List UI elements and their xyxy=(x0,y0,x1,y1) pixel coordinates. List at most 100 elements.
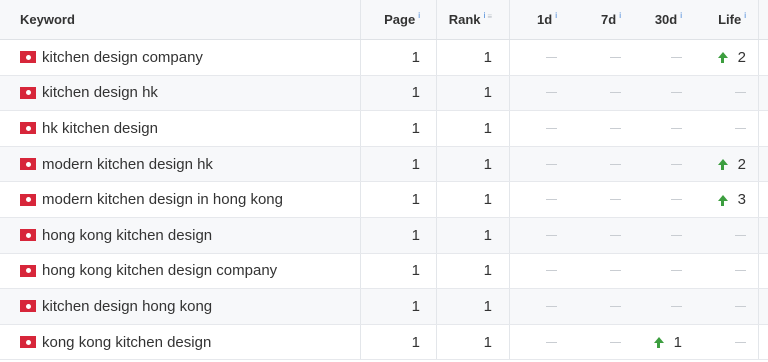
table-row[interactable]: kitchen design hong kong 1 1 xyxy=(0,289,768,325)
change-7d-cell xyxy=(573,147,637,182)
col-keyword-header[interactable]: Keyword xyxy=(0,0,360,39)
no-change-dash xyxy=(546,92,557,94)
hong-kong-flag-icon xyxy=(20,122,36,135)
col-30d-header[interactable]: 30d i xyxy=(637,0,698,39)
sort-icon[interactable]: ≡ xyxy=(487,12,492,21)
column-divider xyxy=(360,217,361,253)
change-life-cell: 3 xyxy=(698,182,758,217)
change-7d-cell xyxy=(573,76,637,111)
column-divider xyxy=(360,146,361,182)
keyword-text: kitchen design company xyxy=(42,48,203,66)
info-icon[interactable]: i xyxy=(484,11,486,20)
column-divider xyxy=(436,217,437,253)
rank-value: 1 xyxy=(483,191,492,209)
change-30d-cell xyxy=(637,111,698,146)
page-value: 1 xyxy=(411,155,420,173)
column-divider xyxy=(509,289,510,324)
column-divider xyxy=(360,0,361,39)
col-life-header[interactable]: Life i xyxy=(698,0,758,39)
col-7d-header[interactable]: 7d i xyxy=(573,0,637,39)
change-7d-cell xyxy=(573,182,637,217)
page-cell: 1 xyxy=(360,111,436,146)
change-30d-cell xyxy=(637,182,698,217)
rank-cell: 1 xyxy=(436,111,509,146)
table-body: kitchen design company 1 1 2 kitchen design … xyxy=(0,40,768,361)
rank-value: 1 xyxy=(483,226,492,244)
change-7d-cell xyxy=(573,40,637,75)
change-life-value: 2 xyxy=(737,155,746,173)
rank-value: 1 xyxy=(483,84,492,102)
change-life-value: 3 xyxy=(737,191,746,209)
change-life-value: 2 xyxy=(737,48,746,66)
keyword-cell[interactable]: kitchen design hk xyxy=(0,76,360,111)
keyword-cell[interactable]: kitchen design hong kong xyxy=(0,289,360,324)
keyword-cell[interactable]: modern kitchen design in hong kong xyxy=(0,182,360,217)
column-divider xyxy=(509,75,510,111)
col-page-header[interactable]: Page i xyxy=(360,0,436,39)
info-icon[interactable]: i xyxy=(619,11,621,20)
table-row[interactable]: hong kong kitchen design company 1 1 xyxy=(0,253,768,290)
change-1d-cell xyxy=(509,254,573,289)
table-row[interactable]: kitchen design hk 1 1 xyxy=(0,75,768,112)
table-row[interactable]: kitchen design company 1 1 2 xyxy=(0,40,768,76)
keyword-cell[interactable]: hong kong kitchen design xyxy=(0,218,360,253)
change-1d-cell xyxy=(509,289,573,324)
keyword-cell[interactable]: hk kitchen design xyxy=(0,111,360,146)
rank-value: 1 xyxy=(483,262,492,280)
column-divider xyxy=(758,75,759,111)
page-cell: 1 xyxy=(360,40,436,75)
column-divider xyxy=(758,253,759,289)
change-life-cell xyxy=(698,289,758,324)
change-1d-cell xyxy=(509,218,573,253)
table-row[interactable]: hong kong kitchen design 1 1 xyxy=(0,217,768,254)
change-1d-cell xyxy=(509,147,573,182)
keyword-cell[interactable]: kong kong kitchen design xyxy=(0,325,360,360)
column-divider xyxy=(360,40,361,75)
no-change-dash xyxy=(610,234,621,236)
keyword-text: kitchen design hong kong xyxy=(42,297,213,315)
column-divider xyxy=(360,289,361,324)
table-row[interactable]: modern kitchen design in hong kong 1 1 3 xyxy=(0,182,768,218)
change-life-cell: 2 xyxy=(698,40,758,75)
column-divider xyxy=(509,40,510,75)
change-7d-cell xyxy=(573,325,637,360)
no-change-dash xyxy=(735,127,746,129)
page-cell: 1 xyxy=(360,147,436,182)
column-divider xyxy=(758,0,759,39)
table-row[interactable]: modern kitchen design hk 1 1 2 xyxy=(0,146,768,183)
rank-value: 1 xyxy=(483,48,492,66)
info-icon[interactable]: i xyxy=(744,11,746,20)
change-30d-cell xyxy=(637,40,698,75)
change-30d-cell xyxy=(637,254,698,289)
page-value: 1 xyxy=(411,226,420,244)
keyword-cell[interactable]: hong kong kitchen design company xyxy=(0,254,360,289)
keyword-rank-table: Keyword Page i Rank i ≡ 1d i 7d i 30d i Life i … xyxy=(0,0,768,361)
change-1d-cell xyxy=(509,325,573,360)
no-change-dash xyxy=(546,270,557,272)
info-icon[interactable]: i xyxy=(418,11,420,20)
table-row[interactable]: kong kong kitchen design 1 1 1 xyxy=(0,324,768,361)
col-1d-header[interactable]: 1d i xyxy=(509,0,573,39)
col-rank-header[interactable]: Rank i ≡ xyxy=(436,0,509,39)
info-icon[interactable]: i xyxy=(680,11,682,20)
page-cell: 1 xyxy=(360,325,436,360)
column-divider xyxy=(758,111,759,146)
no-change-dash xyxy=(546,163,557,165)
keyword-cell[interactable]: modern kitchen design hk xyxy=(0,147,360,182)
no-change-dash xyxy=(546,341,557,343)
info-icon[interactable]: i xyxy=(555,11,557,20)
no-change-dash xyxy=(610,163,621,165)
no-change-dash xyxy=(610,92,621,94)
arrow-up-icon xyxy=(653,337,664,349)
column-divider xyxy=(758,146,759,182)
no-change-dash xyxy=(671,234,682,236)
table-row[interactable]: hk kitchen design 1 1 xyxy=(0,111,768,147)
page-value: 1 xyxy=(411,262,420,280)
arrow-up-icon xyxy=(717,159,728,171)
keyword-cell[interactable]: kitchen design company xyxy=(0,40,360,75)
rank-value: 1 xyxy=(483,155,492,173)
change-life-cell xyxy=(698,76,758,111)
no-change-dash xyxy=(546,305,557,307)
change-30d-cell xyxy=(637,147,698,182)
no-change-dash xyxy=(735,305,746,307)
